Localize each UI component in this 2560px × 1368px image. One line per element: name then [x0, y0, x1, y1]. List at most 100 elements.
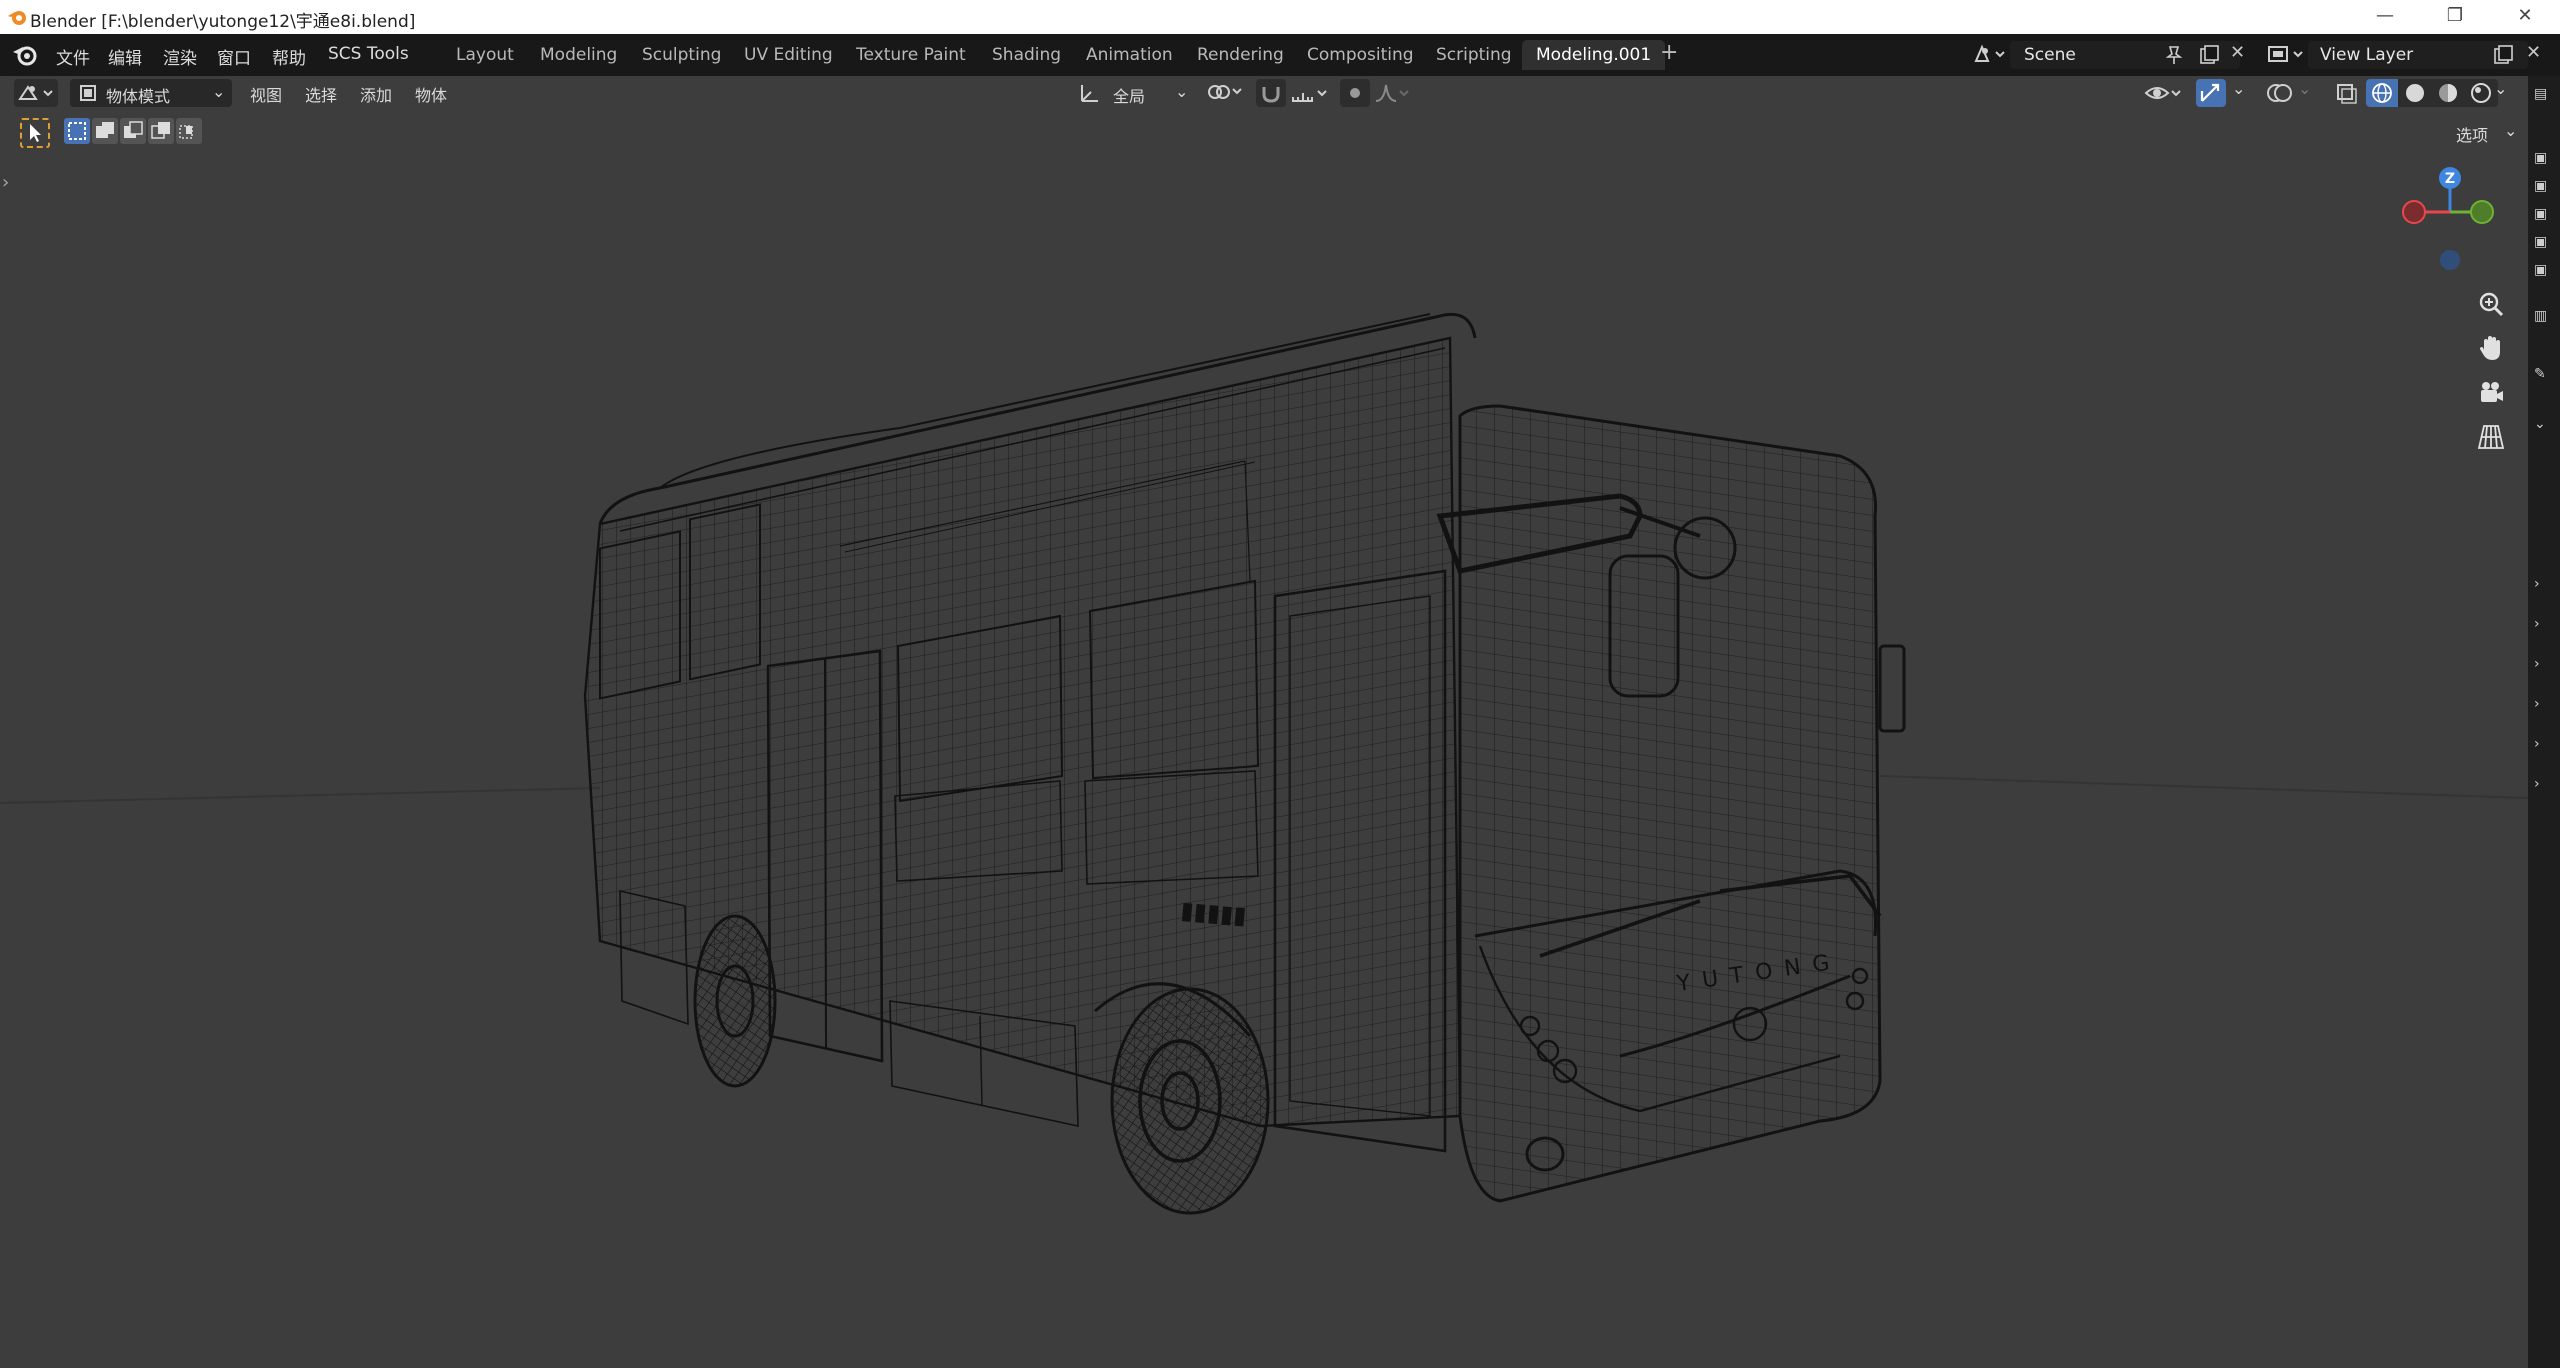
select-mode-subtract[interactable] [120, 118, 146, 144]
editor-type-icon [18, 85, 53, 100]
snap-toggle[interactable] [1256, 79, 1286, 107]
shading-material-button[interactable] [2432, 79, 2464, 107]
zoom-button[interactable] [2472, 286, 2510, 324]
expand-arrow-icon[interactable]: › [2534, 656, 2552, 674]
chevron-down-icon[interactable]: ⌄ [2494, 79, 2507, 98]
overlays-toggle[interactable] [2264, 79, 2296, 107]
xray-toggle[interactable] [2332, 79, 2362, 107]
gizmo-toggle[interactable] [2196, 79, 2226, 107]
snap-target-dropdown[interactable] [1290, 79, 1330, 107]
menu-scs-tools[interactable]: SCS Tools [328, 44, 409, 64]
maximize-button[interactable]: ❐ [2420, 0, 2490, 34]
window-title-bar: Blender [F:\blender\yutonge12\宇通e8i.blen… [0, 0, 2560, 34]
perspective-toggle-button[interactable] [2472, 418, 2510, 456]
eye-icon [2144, 87, 2181, 99]
window-title: Blender [F:\blender\yutonge12\宇通e8i.blen… [30, 12, 416, 32]
gizmo-y-axis [2470, 200, 2494, 224]
select-mode-extend[interactable] [92, 118, 118, 144]
pan-button[interactable] [2472, 330, 2510, 368]
outliner-icon[interactable]: ▤ [2534, 86, 2552, 104]
delete-view-layer-icon[interactable]: ✕ [2526, 42, 2541, 63]
menu-object[interactable]: 物体 [415, 82, 447, 106]
gizmo-arrows-icon [2200, 83, 2220, 102]
tab-texture-paint[interactable]: Texture Paint [842, 40, 980, 70]
menu-view[interactable]: 视图 [250, 82, 282, 106]
tab-sculpting[interactable]: Sculpting [628, 40, 735, 70]
pivot-point-dropdown[interactable] [1205, 79, 1247, 107]
expand-arrow-icon[interactable]: › [2534, 736, 2552, 754]
magnet-icon [1262, 87, 1280, 103]
pin-icon[interactable] [2164, 45, 2184, 70]
expand-arrow-icon[interactable]: › [2534, 616, 2552, 634]
select-mode-new[interactable] [64, 118, 90, 144]
add-workspace-button[interactable]: + [1660, 40, 1678, 65]
new-view-layer-icon[interactable] [2492, 44, 2514, 71]
menu-window[interactable]: 窗口 [217, 44, 251, 69]
chevron-down-icon: ⌄ [212, 82, 226, 101]
shading-wireframe-button[interactable] [2366, 79, 2398, 107]
menu-edit[interactable]: 编辑 [108, 44, 142, 69]
delete-scene-icon[interactable]: ✕ [2230, 42, 2245, 63]
close-button[interactable]: ✕ [2490, 0, 2560, 34]
menu-render[interactable]: 渲染 [163, 44, 197, 69]
editor-type-button[interactable] [14, 79, 58, 107]
options-label: 选项 [2456, 126, 2489, 145]
collection-icon[interactable]: ▣ [2534, 206, 2552, 224]
expand-arrow-icon[interactable]: › [2534, 776, 2552, 794]
chevron-down-icon[interactable]: ⌄ [2298, 79, 2311, 98]
tab-rendering[interactable]: Rendering [1183, 40, 1298, 70]
collection-icon[interactable]: ▣ [2534, 234, 2552, 252]
xray-icon [2337, 84, 2357, 104]
solid-sphere-icon [2406, 84, 2424, 102]
falloff-curve-icon [1375, 84, 1409, 102]
tab-uv-editing[interactable]: UV Editing [730, 40, 847, 70]
object-mode-icon [80, 85, 96, 101]
3d-viewport[interactable]: ▮▮▮▮▮ YUTONG 物体模式 ⌄ 视图 选择 添加 物体 全局 ⌄ ⌄ ⌄… [0, 76, 2528, 1368]
hand-icon [2480, 336, 2500, 360]
select-mode-difference[interactable] [148, 118, 174, 144]
falloff-dropdown[interactable] [1372, 79, 1412, 107]
expand-arrow-icon[interactable]: › [2534, 576, 2552, 594]
blender-logo-icon[interactable] [12, 43, 38, 67]
new-scene-icon[interactable] [2198, 44, 2220, 71]
visibility-dropdown[interactable] [2142, 79, 2186, 107]
shading-rendered-button[interactable] [2465, 79, 2497, 107]
expand-arrow-icon[interactable]: › [2534, 696, 2552, 714]
view-layer-browse-icon[interactable] [2266, 43, 2306, 70]
chevron-down-icon[interactable]: ⌄ [2232, 79, 2245, 98]
bus-rear-wheel [693, 914, 777, 1088]
menu-file[interactable]: 文件 [56, 44, 90, 69]
transform-orientation-dropdown[interactable]: 全局 ⌄ [1075, 79, 1195, 107]
select-subtract-icon [124, 121, 143, 138]
navigation-gizmo[interactable]: Z [2390, 162, 2510, 302]
menu-select[interactable]: 选择 [305, 82, 337, 106]
collection-icon[interactable]: ▣ [2534, 150, 2552, 168]
tab-shading[interactable]: Shading [978, 40, 1075, 70]
chevron-down-icon[interactable]: ⌄ [2534, 416, 2552, 434]
options-dropdown[interactable]: 选项 ⌄ [2448, 118, 2528, 146]
collection-icon[interactable]: ▣ [2534, 262, 2552, 280]
select-tool-button[interactable] [20, 118, 50, 148]
shading-solid-button[interactable] [2399, 79, 2431, 107]
scene-browse-icon[interactable] [1972, 43, 2006, 70]
proportional-edit-toggle[interactable] [1340, 79, 1370, 107]
menu-add[interactable]: 添加 [360, 82, 392, 106]
minimize-button[interactable]: — [2350, 0, 2420, 34]
object-mode-dropdown[interactable]: 物体模式 ⌄ [70, 79, 232, 107]
menu-help[interactable]: 帮助 [272, 44, 306, 69]
properties-tool-icon[interactable]: ▥ [2534, 308, 2552, 326]
tab-animation[interactable]: Animation [1072, 40, 1187, 70]
collection-icon[interactable]: ▣ [2534, 178, 2552, 196]
toolbar-expand-arrow[interactable]: › [2, 172, 9, 193]
proportional-edit-icon [1350, 88, 1360, 98]
tab-scripting[interactable]: Scripting [1422, 40, 1526, 70]
tab-layout[interactable]: Layout [442, 40, 528, 70]
gizmo-neg-x-axis [2402, 200, 2426, 224]
wrench-icon[interactable]: ✎ [2534, 366, 2552, 384]
tab-compositing[interactable]: Compositing [1293, 40, 1428, 70]
camera-view-button[interactable] [2472, 374, 2510, 412]
tab-modeling-001[interactable]: Modeling.001 [1522, 40, 1666, 70]
tab-modeling[interactable]: Modeling [526, 40, 631, 70]
select-intersect-icon [179, 125, 193, 139]
select-mode-intersect[interactable] [176, 118, 202, 144]
